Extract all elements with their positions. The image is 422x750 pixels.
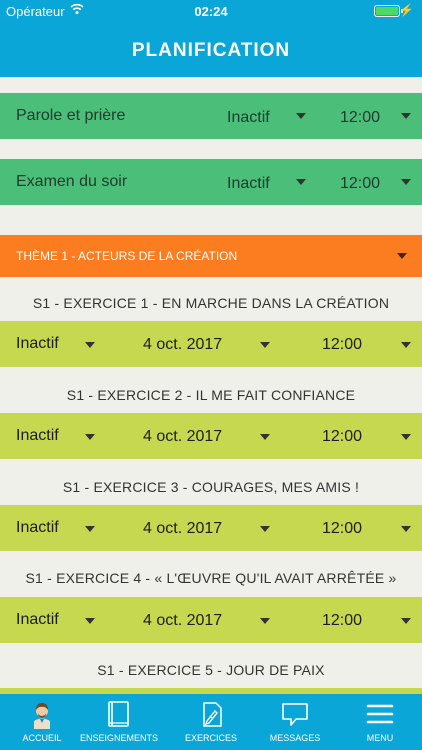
hamburger-menu-icon: [366, 704, 394, 724]
status-select[interactable]: Inactif: [16, 427, 59, 445]
chevron-down-icon[interactable]: [85, 618, 95, 624]
date-select[interactable]: 4 oct. 2017: [143, 336, 222, 354]
chevron-down-icon[interactable]: [85, 526, 95, 532]
status-select[interactable]: Inactif: [227, 175, 270, 193]
status-select[interactable]: Inactif: [16, 611, 59, 629]
theme-selector[interactable]: THÈME 1 - ACTEURS DE LA CRÉATION: [0, 235, 422, 277]
tab-label: EXERCICES: [184, 733, 237, 743]
date-select[interactable]: 4 oct. 2017: [143, 428, 222, 446]
status-time: 02:24: [194, 4, 228, 19]
tab-label: ACCUEIL: [22, 733, 62, 743]
exercise-title: S1 - EXERCICE 5 - JOUR DE PAIX: [97, 662, 325, 678]
chevron-down-icon[interactable]: [85, 342, 95, 348]
book-icon: [108, 701, 129, 727]
tab-label: MENU: [366, 733, 394, 743]
charging-icon: ⚡: [399, 3, 414, 17]
speech-bubble-icon: [282, 703, 308, 726]
chevron-down-icon[interactable]: [260, 618, 270, 624]
tab-label: ENSEIGNEMENTS: [79, 733, 158, 743]
chevron-down-icon[interactable]: [397, 253, 407, 259]
chevron-down-icon[interactable]: [401, 618, 411, 624]
tab-bar: ACCUEIL ENSEIGNEMENTS EXERCICES MESSAGES…: [0, 694, 422, 750]
pen-document-icon: [203, 702, 222, 727]
chevron-down-icon[interactable]: [260, 526, 270, 532]
date-select[interactable]: 4 oct. 2017: [143, 520, 222, 538]
date-select[interactable]: 4 oct. 2017: [143, 612, 222, 630]
chevron-down-icon[interactable]: [401, 434, 411, 440]
chevron-down-icon[interactable]: [85, 434, 95, 440]
chevron-down-icon[interactable]: [401, 179, 411, 185]
exercise-title: S1 - EXERCICE 2 - IL ME FAIT CONFIANCE: [66, 387, 356, 403]
chevron-down-icon[interactable]: [401, 113, 411, 119]
exercise-row[interactable]: Inactif 4 oct. 2017 12:00: [0, 321, 422, 367]
page-title: PLANIFICATION: [131, 40, 291, 61]
time-select[interactable]: 12:00: [322, 428, 362, 446]
tab-messages[interactable]: MESSAGES: [253, 694, 337, 750]
prayer-row-examen[interactable]: Examen du soir Inactif 12:00: [0, 159, 422, 205]
time-select[interactable]: 12:00: [322, 336, 362, 354]
exercise-title: S1 - EXERCICE 4 - « L'ŒUVRE QU'IL AVAIT …: [25, 570, 397, 586]
tab-accueil[interactable]: ACCUEIL: [0, 694, 84, 750]
exercise-title: S1 - EXERCICE 1 - EN MARCHE DANS LA CRÉA…: [32, 295, 390, 311]
chevron-down-icon[interactable]: [401, 526, 411, 532]
exercise-row[interactable]: Inactif 4 oct. 2017 12:00: [0, 597, 422, 643]
status-select[interactable]: Inactif: [16, 335, 59, 353]
chevron-down-icon[interactable]: [296, 179, 306, 185]
chevron-down-icon[interactable]: [401, 342, 411, 348]
status-bar: Opérateur 02:24 ⚡: [0, 0, 422, 22]
battery-icon: [374, 5, 403, 17]
person-avatar-icon: [34, 703, 50, 729]
time-select[interactable]: 12:00: [340, 109, 380, 127]
tab-label: MESSAGES: [269, 733, 321, 743]
status-select[interactable]: Inactif: [16, 519, 59, 537]
exercise-row[interactable]: Inactif 4 oct. 2017 12:00: [0, 413, 422, 459]
app-header: Opérateur 02:24 ⚡ PLANIFICATION: [0, 0, 422, 77]
chevron-down-icon[interactable]: [296, 113, 306, 119]
exercise-row[interactable]: Inactif 4 oct. 2017 12:00: [0, 505, 422, 551]
time-select[interactable]: 12:00: [340, 175, 380, 193]
status-select[interactable]: Inactif: [227, 109, 270, 127]
time-select[interactable]: 12:00: [322, 612, 362, 630]
prayer-name: Parole et prière: [16, 107, 126, 124]
exercise-title: S1 - EXERCICE 3 - COURAGES, MES AMIS !: [62, 479, 360, 495]
prayer-name: Examen du soir: [16, 173, 128, 190]
time-select[interactable]: 12:00: [322, 520, 362, 538]
tab-enseignements[interactable]: ENSEIGNEMENTS: [77, 694, 161, 750]
prayer-row-parole[interactable]: Parole et prière Inactif 12:00: [0, 93, 422, 139]
tab-exercices[interactable]: EXERCICES: [169, 694, 253, 750]
chevron-down-icon[interactable]: [260, 342, 270, 348]
tab-menu[interactable]: MENU: [338, 694, 422, 750]
chevron-down-icon[interactable]: [260, 434, 270, 440]
theme-label: THÈME 1 - ACTEURS DE LA CRÉATION: [16, 249, 238, 263]
